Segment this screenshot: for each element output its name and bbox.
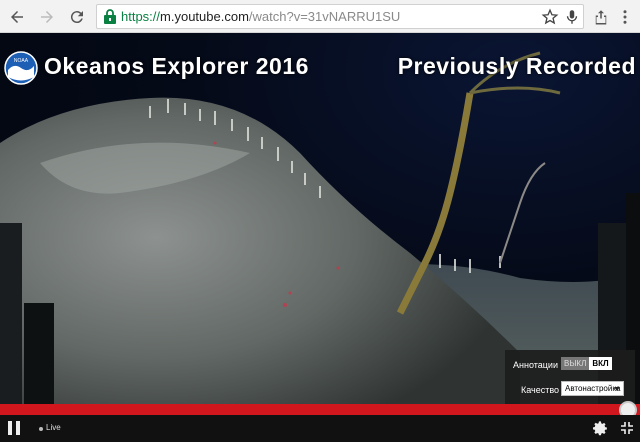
video-player[interactable]: NOAA Okeanos Explorer 2016 Previously Re…	[0, 33, 640, 409]
quality-label: Качество	[521, 385, 560, 395]
url-text: https://m.youtube.com/watch?v=31vNARRU1S…	[121, 9, 400, 24]
live-dot-icon	[39, 427, 43, 431]
forward-arrow-icon[interactable]	[34, 4, 60, 30]
url-path: /watch?v=31vNARRU1SU	[248, 9, 401, 24]
quality-value: Автонастройка	[565, 384, 621, 393]
lock-icon	[104, 9, 116, 24]
browser-toolbar: https://m.youtube.com/watch?v=31vNARRU1S…	[0, 0, 640, 33]
star-icon[interactable]	[541, 8, 559, 26]
pause-icon[interactable]	[8, 421, 20, 435]
share-icon[interactable]	[588, 4, 614, 30]
previously-recorded-overlay: Previously Recorded	[397, 53, 636, 79]
annotations-row: Аннотации ВЫКЛ ВКЛ	[505, 356, 635, 376]
annotations-label: Аннотации	[513, 360, 558, 370]
chevron-down-icon	[614, 387, 620, 391]
video-title-overlay: Okeanos Explorer 2016	[44, 53, 309, 79]
more-vert-icon[interactable]	[612, 4, 638, 30]
back-arrow-icon[interactable]	[4, 4, 30, 30]
quality-row: Качество Автонастройка	[505, 381, 635, 401]
fullscreen-exit-icon[interactable]	[620, 421, 634, 435]
settings-panel: Аннотации ВЫКЛ ВКЛ Качество Автонастройк…	[505, 350, 635, 409]
player-controls: Live	[0, 415, 640, 442]
annotations-toggle[interactable]: ВЫКЛ ВКЛ	[561, 357, 612, 370]
address-bar[interactable]: https://m.youtube.com/watch?v=31vNARRU1S…	[96, 4, 584, 29]
url-host: m.youtube.com	[160, 9, 249, 24]
progress-bar[interactable]	[0, 404, 640, 415]
svg-text:NOAA: NOAA	[14, 58, 29, 64]
reload-icon[interactable]	[64, 4, 90, 30]
live-label: Live	[46, 423, 61, 432]
quality-select[interactable]: Автонастройка	[561, 381, 624, 396]
noaa-logo: NOAA	[4, 51, 38, 85]
annotations-off-option[interactable]: ВЫКЛ	[561, 357, 590, 370]
url-scheme: https://	[121, 9, 161, 24]
microphone-icon[interactable]	[563, 8, 581, 26]
gear-icon[interactable]	[592, 420, 609, 437]
annotations-on-option[interactable]: ВКЛ	[589, 357, 612, 370]
